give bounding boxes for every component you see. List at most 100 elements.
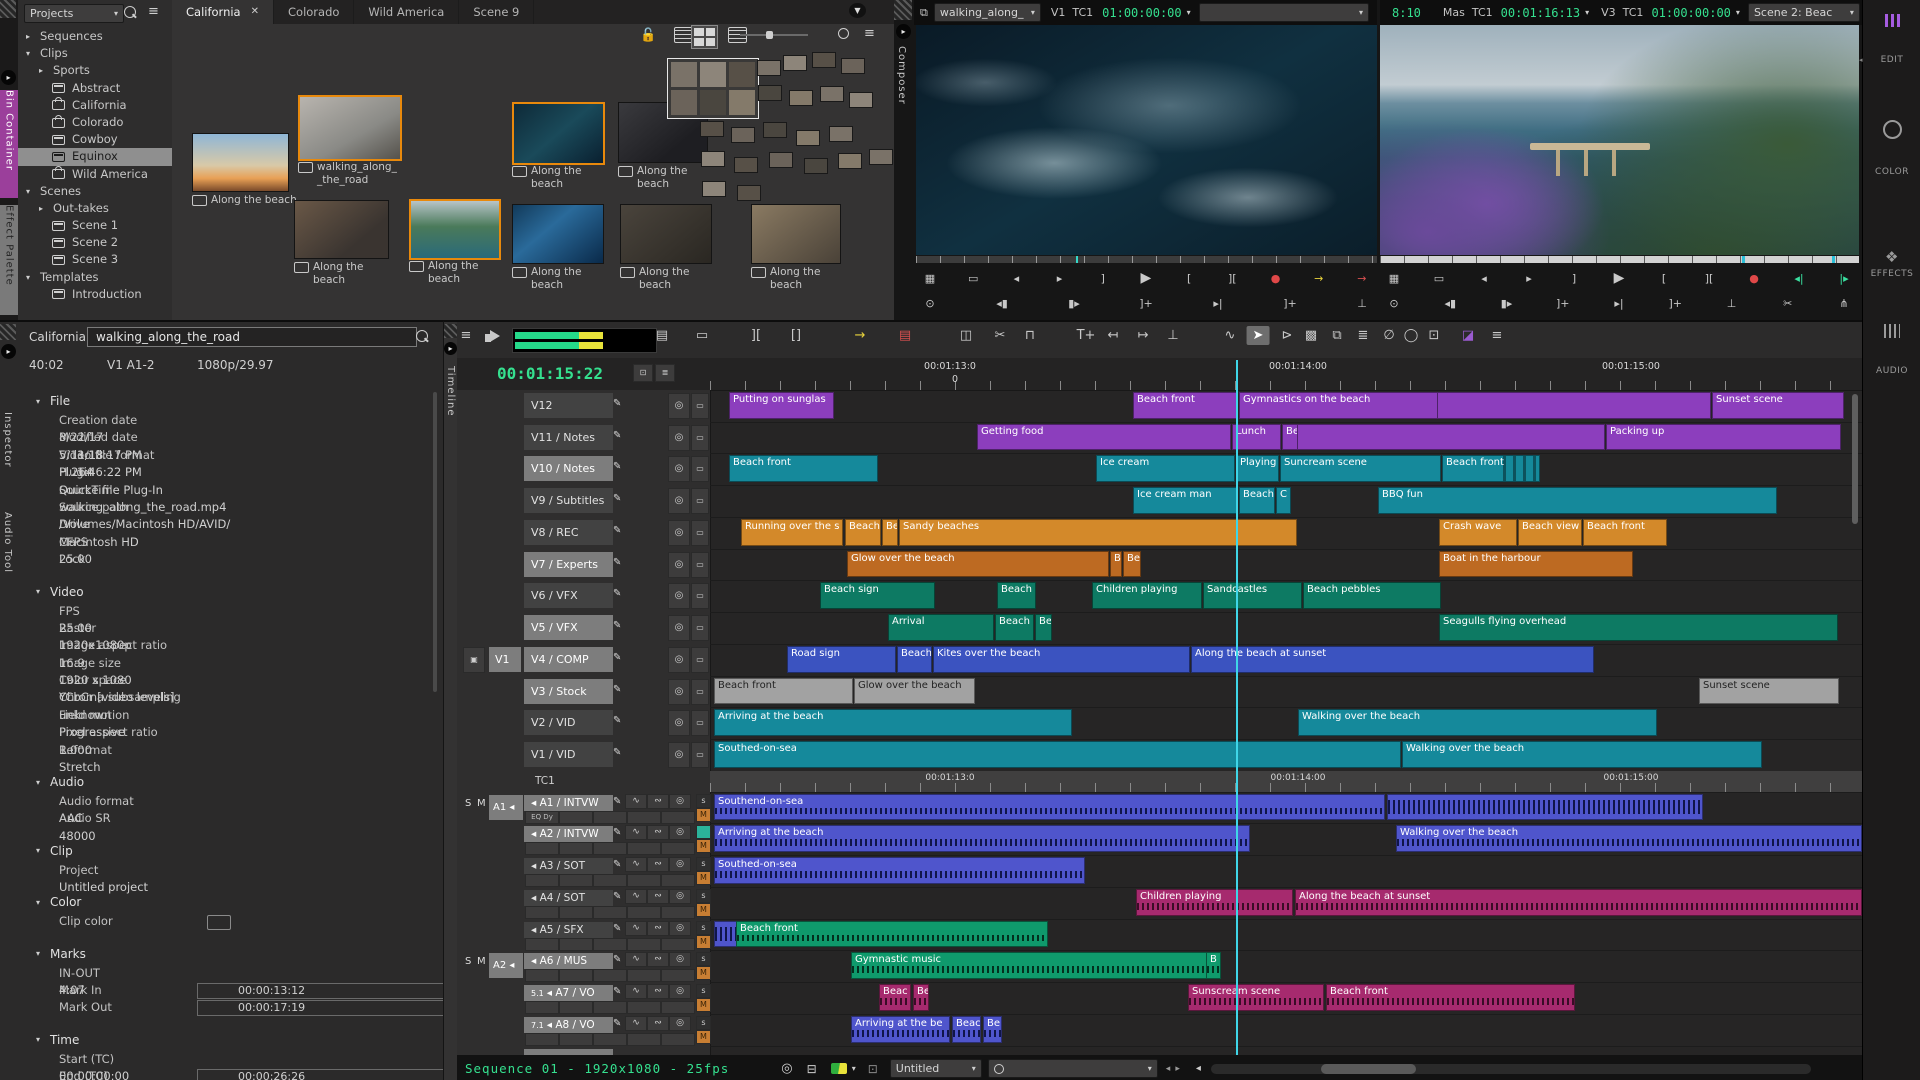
sidebar-item-out-takes[interactable]: ▸Out-takes xyxy=(18,200,172,217)
audio-effect-slot[interactable] xyxy=(661,874,695,887)
trim-in-button[interactable]: ]+ xyxy=(1555,297,1571,310)
timeline-grip[interactable] xyxy=(444,324,458,338)
bin-clip-thumbnail[interactable] xyxy=(512,204,604,264)
automation-button[interactable]: ∾ xyxy=(647,984,669,999)
timeline-clip[interactable]: Running over the s xyxy=(741,519,843,546)
audio-effect-slot[interactable] xyxy=(525,874,559,887)
keyframe-tool-icon[interactable]: ⊳ xyxy=(1282,328,1293,343)
tc-display-toggle[interactable]: ⊡ xyxy=(633,364,653,382)
track-power-button[interactable]: ◎ xyxy=(668,615,690,641)
track-lane[interactable]: Beach frontIce creamPlayingSuncream scen… xyxy=(710,453,1862,486)
track-power-button[interactable]: ◎ xyxy=(668,742,690,768)
bin-mini-thumbnail[interactable] xyxy=(734,157,758,173)
link-clip-icon[interactable]: ⧉ xyxy=(920,6,928,20)
pencil-icon[interactable]: ✎ xyxy=(613,796,621,807)
bin-mini-thumbnail[interactable] xyxy=(731,127,755,143)
track-monitor-button[interactable]: ▭ xyxy=(691,615,709,641)
timeline-clip[interactable]: Suncream scene xyxy=(1280,455,1441,482)
track-lane[interactable]: Arriving at the beachWalking over the be… xyxy=(710,707,1862,740)
automation-button[interactable]: ∾ xyxy=(647,889,669,904)
mute-indicator[interactable]: M xyxy=(696,808,711,822)
timeline-clip[interactable] xyxy=(714,921,737,948)
track-monitor-button[interactable]: ▭ xyxy=(691,552,709,578)
step-back-button[interactable]: ◂ xyxy=(1476,272,1492,285)
track-button-v9[interactable]: V9 / Subtitles xyxy=(524,488,613,513)
track-power-button[interactable]: ◎ xyxy=(668,425,690,451)
solo-indicator[interactable]: s xyxy=(696,921,711,935)
bin-mini-thumbnail[interactable] xyxy=(869,149,893,165)
chevron-down-icon[interactable]: ▾ xyxy=(26,269,40,286)
track-button-v10[interactable]: V10 / Notes xyxy=(524,456,613,481)
track-power-button[interactable]: ◎ xyxy=(668,520,690,546)
mark-out-green-button[interactable]: |▸ xyxy=(1836,272,1852,285)
timeline-clip[interactable]: Beac xyxy=(952,1016,981,1043)
mute-indicator[interactable]: M xyxy=(696,966,711,980)
mute-button[interactable]: M xyxy=(477,956,486,967)
audio-effect-slot[interactable] xyxy=(525,842,559,855)
bin-fast-menu-icon[interactable]: ▼ xyxy=(849,3,866,18)
audio-effect-slot[interactable] xyxy=(559,874,593,887)
field-input[interactable]: 00:00:13:12 xyxy=(197,983,475,999)
timeline-clip[interactable]: Beach pebbles xyxy=(1303,582,1441,609)
workspace-audio[interactable]: AUDIO xyxy=(1863,324,1920,376)
bin-mini-thumbnail[interactable] xyxy=(820,86,844,102)
audio-effect-slot[interactable] xyxy=(559,906,593,919)
track-power-button[interactable]: ◎ xyxy=(668,583,690,609)
audio-effect-slot[interactable] xyxy=(627,1033,661,1046)
speaker-icon[interactable] xyxy=(490,330,506,342)
step-back-button[interactable]: ◂ xyxy=(1008,272,1024,285)
timeline-clip[interactable]: Southend-on-sea xyxy=(714,794,1385,821)
track-monitor-button[interactable]: ▭ xyxy=(691,456,709,482)
track-monitor-button[interactable]: ▭ xyxy=(691,488,709,514)
bin-mini-thumbnail[interactable] xyxy=(763,122,787,138)
smart-tool-arrow-icon[interactable]: ➤ xyxy=(1247,326,1270,345)
composer-collapse-icon[interactable]: ▸ xyxy=(896,24,911,39)
bin-mini-thumbnail[interactable] xyxy=(737,185,761,201)
solo-indicator[interactable]: s xyxy=(696,984,711,998)
track-monitor-button[interactable]: ▭ xyxy=(691,647,709,673)
bin-view-button[interactable]: ▦ xyxy=(1386,272,1402,285)
timeline-clip[interactable]: Glow over the beach xyxy=(854,678,975,705)
audio-patch-button[interactable]: A2 ◂ xyxy=(489,953,523,978)
track-button-a4[interactable]: ◂ A4 / SOT xyxy=(524,890,613,906)
bin-mini-thumbnail[interactable] xyxy=(804,158,828,174)
workspace-effects[interactable]: ❖ EFFECTS xyxy=(1863,248,1920,279)
project-selector[interactable]: Projects▾ xyxy=(24,4,124,23)
timeline-clip[interactable] xyxy=(1297,424,1605,451)
focus-icon[interactable]: ◎ xyxy=(781,1061,792,1076)
previous-edit-button[interactable]: ◂▮ xyxy=(994,297,1010,310)
track-button-v2[interactable]: V2 / VID xyxy=(524,710,613,735)
audio-effect-slot[interactable] xyxy=(627,1001,661,1014)
power-button[interactable]: ◎ xyxy=(669,921,691,936)
timeline-clip[interactable]: Playing xyxy=(1236,455,1279,482)
track-button-a8[interactable]: 7.1◂ A8 / VO xyxy=(524,1017,613,1033)
splice-in-icon[interactable]: ][ xyxy=(751,328,761,343)
tc-menu-icon[interactable]: ≣ xyxy=(655,364,675,382)
audio-effect-slot[interactable] xyxy=(593,811,627,824)
timeline-clip[interactable]: Be xyxy=(983,1016,1002,1043)
mute-button[interactable]: M xyxy=(477,798,486,809)
timeline-clip[interactable]: Along the beach at sunset xyxy=(1295,889,1862,916)
video-output-icon[interactable]: ⊡ xyxy=(1429,328,1440,343)
timeline-clip[interactable]: Walking over the beach xyxy=(1396,825,1862,852)
audio-effect-slot[interactable] xyxy=(593,1033,627,1046)
audio-effect-slot[interactable] xyxy=(559,811,593,824)
audio-effect-slot[interactable] xyxy=(525,1001,559,1014)
audio-effect-slot[interactable] xyxy=(661,811,695,824)
timeline-clip[interactable]: Sunscream scene xyxy=(1188,984,1324,1011)
bin-mini-thumbnail[interactable] xyxy=(757,60,781,76)
pencil-icon[interactable]: ✎ xyxy=(613,461,621,472)
next-edit-button[interactable]: ▮▸ xyxy=(1499,297,1515,310)
timeline-clip[interactable]: Beach front xyxy=(736,921,1048,948)
track-monitor-button[interactable]: ▭ xyxy=(691,425,709,451)
timeline-clip[interactable]: Be xyxy=(1282,424,1298,451)
automation-button[interactable]: ∾ xyxy=(647,825,669,840)
audio-effect-slot[interactable] xyxy=(627,938,661,951)
section-header-audio[interactable]: ▾Audio xyxy=(36,775,436,789)
chevron-right-icon[interactable]: ▸ xyxy=(26,28,40,45)
sidebar-item-scene-1[interactable]: Scene 1 xyxy=(18,217,172,234)
pencil-icon[interactable]: ✎ xyxy=(613,620,621,631)
bin-container-collapse-icon[interactable]: ▸ xyxy=(1,70,16,85)
overwrite-icon[interactable]: [] xyxy=(791,328,801,343)
sidebar-item-sports[interactable]: ▸Sports xyxy=(18,62,172,79)
